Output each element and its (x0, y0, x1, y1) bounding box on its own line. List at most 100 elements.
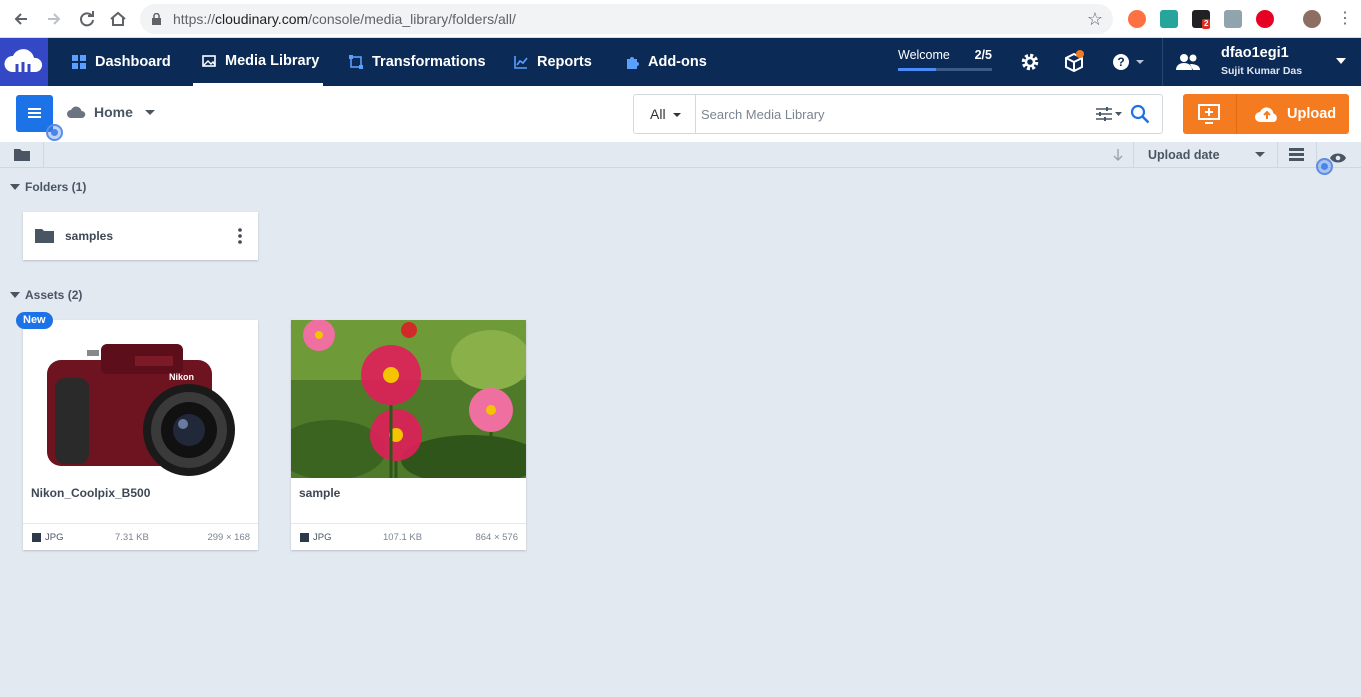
transformations-icon (349, 55, 363, 69)
welcome-progress-fill (898, 68, 936, 71)
user-cloud-name: dfao1egi1 (1221, 45, 1289, 61)
assets-section-toggle[interactable]: Assets (2) (10, 288, 82, 302)
folder-tree-toggle[interactable] (0, 142, 44, 168)
folder-breadcrumb[interactable]: Home (67, 104, 155, 120)
asset-format: JPG (45, 532, 64, 543)
folder-icon (35, 229, 54, 243)
top-navigation: Dashboard Media Library Transformations … (0, 38, 1361, 86)
asset-name: sample (299, 486, 341, 500)
upload-label: Upload (1287, 106, 1337, 122)
back-arrow-icon[interactable] (10, 8, 32, 30)
media-library-icon (202, 54, 216, 67)
cursor-indicator (46, 124, 63, 141)
nav-reports[interactable]: Reports (514, 38, 592, 86)
caret-down-icon (144, 109, 155, 115)
extension-icon[interactable]: 2 (1192, 10, 1211, 29)
users-icon (1176, 54, 1200, 70)
nav-media-library-label: Media Library (225, 52, 320, 69)
search-icon[interactable] (1130, 104, 1150, 129)
notifications-box-icon[interactable] (1062, 50, 1086, 74)
user-menu[interactable]: dfao1egi1 Sujit Kumar Das (1162, 38, 1361, 86)
welcome-count: 2/5 (974, 48, 992, 62)
help-icon[interactable]: ? (1110, 50, 1150, 74)
asset-meta: JPG 7.31 KB 299 × 168 (23, 523, 258, 550)
sort-direction-arrow-icon[interactable] (1112, 148, 1124, 167)
image-file-icon (32, 533, 41, 542)
nav-add-ons-label: Add-ons (648, 54, 707, 70)
asset-dimensions: 864 × 576 (475, 532, 518, 543)
nav-reports-label: Reports (537, 54, 592, 70)
bookmark-star-icon[interactable]: ☆ (1087, 9, 1103, 30)
browser-menu-icon[interactable]: ⋮ (1334, 8, 1356, 30)
pinterest-icon[interactable] (1256, 10, 1274, 28)
extension-badge: 2 (1202, 19, 1211, 29)
upload-button[interactable]: Upload (1237, 94, 1349, 134)
nav-dashboard[interactable]: Dashboard (72, 38, 171, 86)
asset-card[interactable]: sample JPG 107.1 KB 864 × 576 (291, 320, 526, 550)
search-scope-dropdown[interactable]: All (634, 95, 696, 133)
folder-card[interactable]: samples (23, 212, 258, 260)
caret-down-icon (673, 113, 682, 118)
asset-dimensions: 299 × 168 (207, 532, 250, 543)
asset-thumbnail-camera[interactable]: Nikon (23, 320, 258, 478)
welcome-progress-bar (898, 68, 992, 71)
home-icon[interactable] (107, 8, 129, 30)
url-text: https://cloudinary.com/console/media_lib… (173, 11, 516, 27)
reports-icon (514, 56, 528, 69)
nav-transformations[interactable]: Transformations (349, 38, 486, 86)
reload-icon[interactable] (76, 8, 98, 30)
cloud-icon (67, 106, 86, 118)
asset-card[interactable]: Nikon Nikon_Coolpix_B500 JPG 7.31 KB 299… (23, 320, 258, 550)
nav-transformations-label: Transformations (372, 54, 486, 70)
forward-arrow-icon[interactable] (43, 8, 65, 30)
welcome-label: Welcome (898, 48, 950, 62)
library-toolbar: Home All Upload (0, 86, 1361, 142)
user-full-name: Sujit Kumar Das (1221, 65, 1303, 77)
caret-down-icon (10, 292, 20, 298)
svg-text:Nikon: Nikon (169, 372, 194, 382)
asset-name: Nikon_Coolpix_B500 (31, 486, 151, 500)
caret-down-icon (10, 184, 20, 190)
dashboard-icon (72, 55, 86, 69)
asset-size: 7.31 KB (115, 532, 149, 543)
asset-thumbnail-flowers[interactable] (291, 320, 526, 478)
nav-dashboard-label: Dashboard (95, 54, 171, 70)
folders-section-toggle[interactable]: Folders (1) (10, 180, 86, 194)
hamburger-line (28, 112, 41, 114)
sort-label: Upload date (1148, 148, 1220, 162)
extension-icon[interactable] (1128, 10, 1146, 28)
monitor-plus-icon (1198, 104, 1220, 124)
hamburger-line (28, 108, 41, 110)
folder-icon (14, 149, 30, 161)
svg-text:?: ? (1117, 55, 1124, 69)
list-view-icon[interactable] (1289, 148, 1304, 166)
upload-widget-button[interactable] (1183, 94, 1236, 134)
extension-icon[interactable] (1224, 10, 1242, 28)
nav-add-ons[interactable]: Add-ons (625, 38, 707, 86)
asset-size: 107.1 KB (383, 532, 423, 543)
puzzle-icon (627, 57, 639, 69)
home-label: Home (94, 104, 133, 120)
cloudinary-logo[interactable] (0, 38, 48, 86)
caret-down-icon (1255, 152, 1265, 157)
sort-by-dropdown[interactable]: Upload date (1134, 142, 1277, 168)
sort-separator (1277, 142, 1278, 168)
sort-bar: Upload date (0, 142, 1361, 168)
browser-chrome: https://cloudinary.com/console/media_lib… (0, 0, 1361, 38)
nav-media-library[interactable]: Media Library (193, 38, 323, 86)
hamburger-line (28, 116, 41, 118)
asset-format: JPG (313, 532, 332, 543)
address-bar[interactable]: https://cloudinary.com/console/media_lib… (140, 4, 1113, 34)
settings-gear-icon[interactable] (1018, 50, 1042, 74)
folders-section-title: Folders (1) (25, 180, 87, 194)
lock-icon (152, 13, 161, 25)
image-file-icon (300, 533, 309, 542)
more-options-icon[interactable] (238, 228, 242, 244)
search-scope-label: All (650, 106, 666, 122)
extension-icon[interactable] (1160, 10, 1178, 28)
filter-sliders-icon[interactable] (1095, 106, 1125, 127)
assets-section-title: Assets (2) (25, 288, 83, 302)
chevron-down-icon (1336, 58, 1346, 64)
search-input[interactable] (701, 104, 1081, 124)
profile-avatar[interactable] (1303, 10, 1321, 28)
